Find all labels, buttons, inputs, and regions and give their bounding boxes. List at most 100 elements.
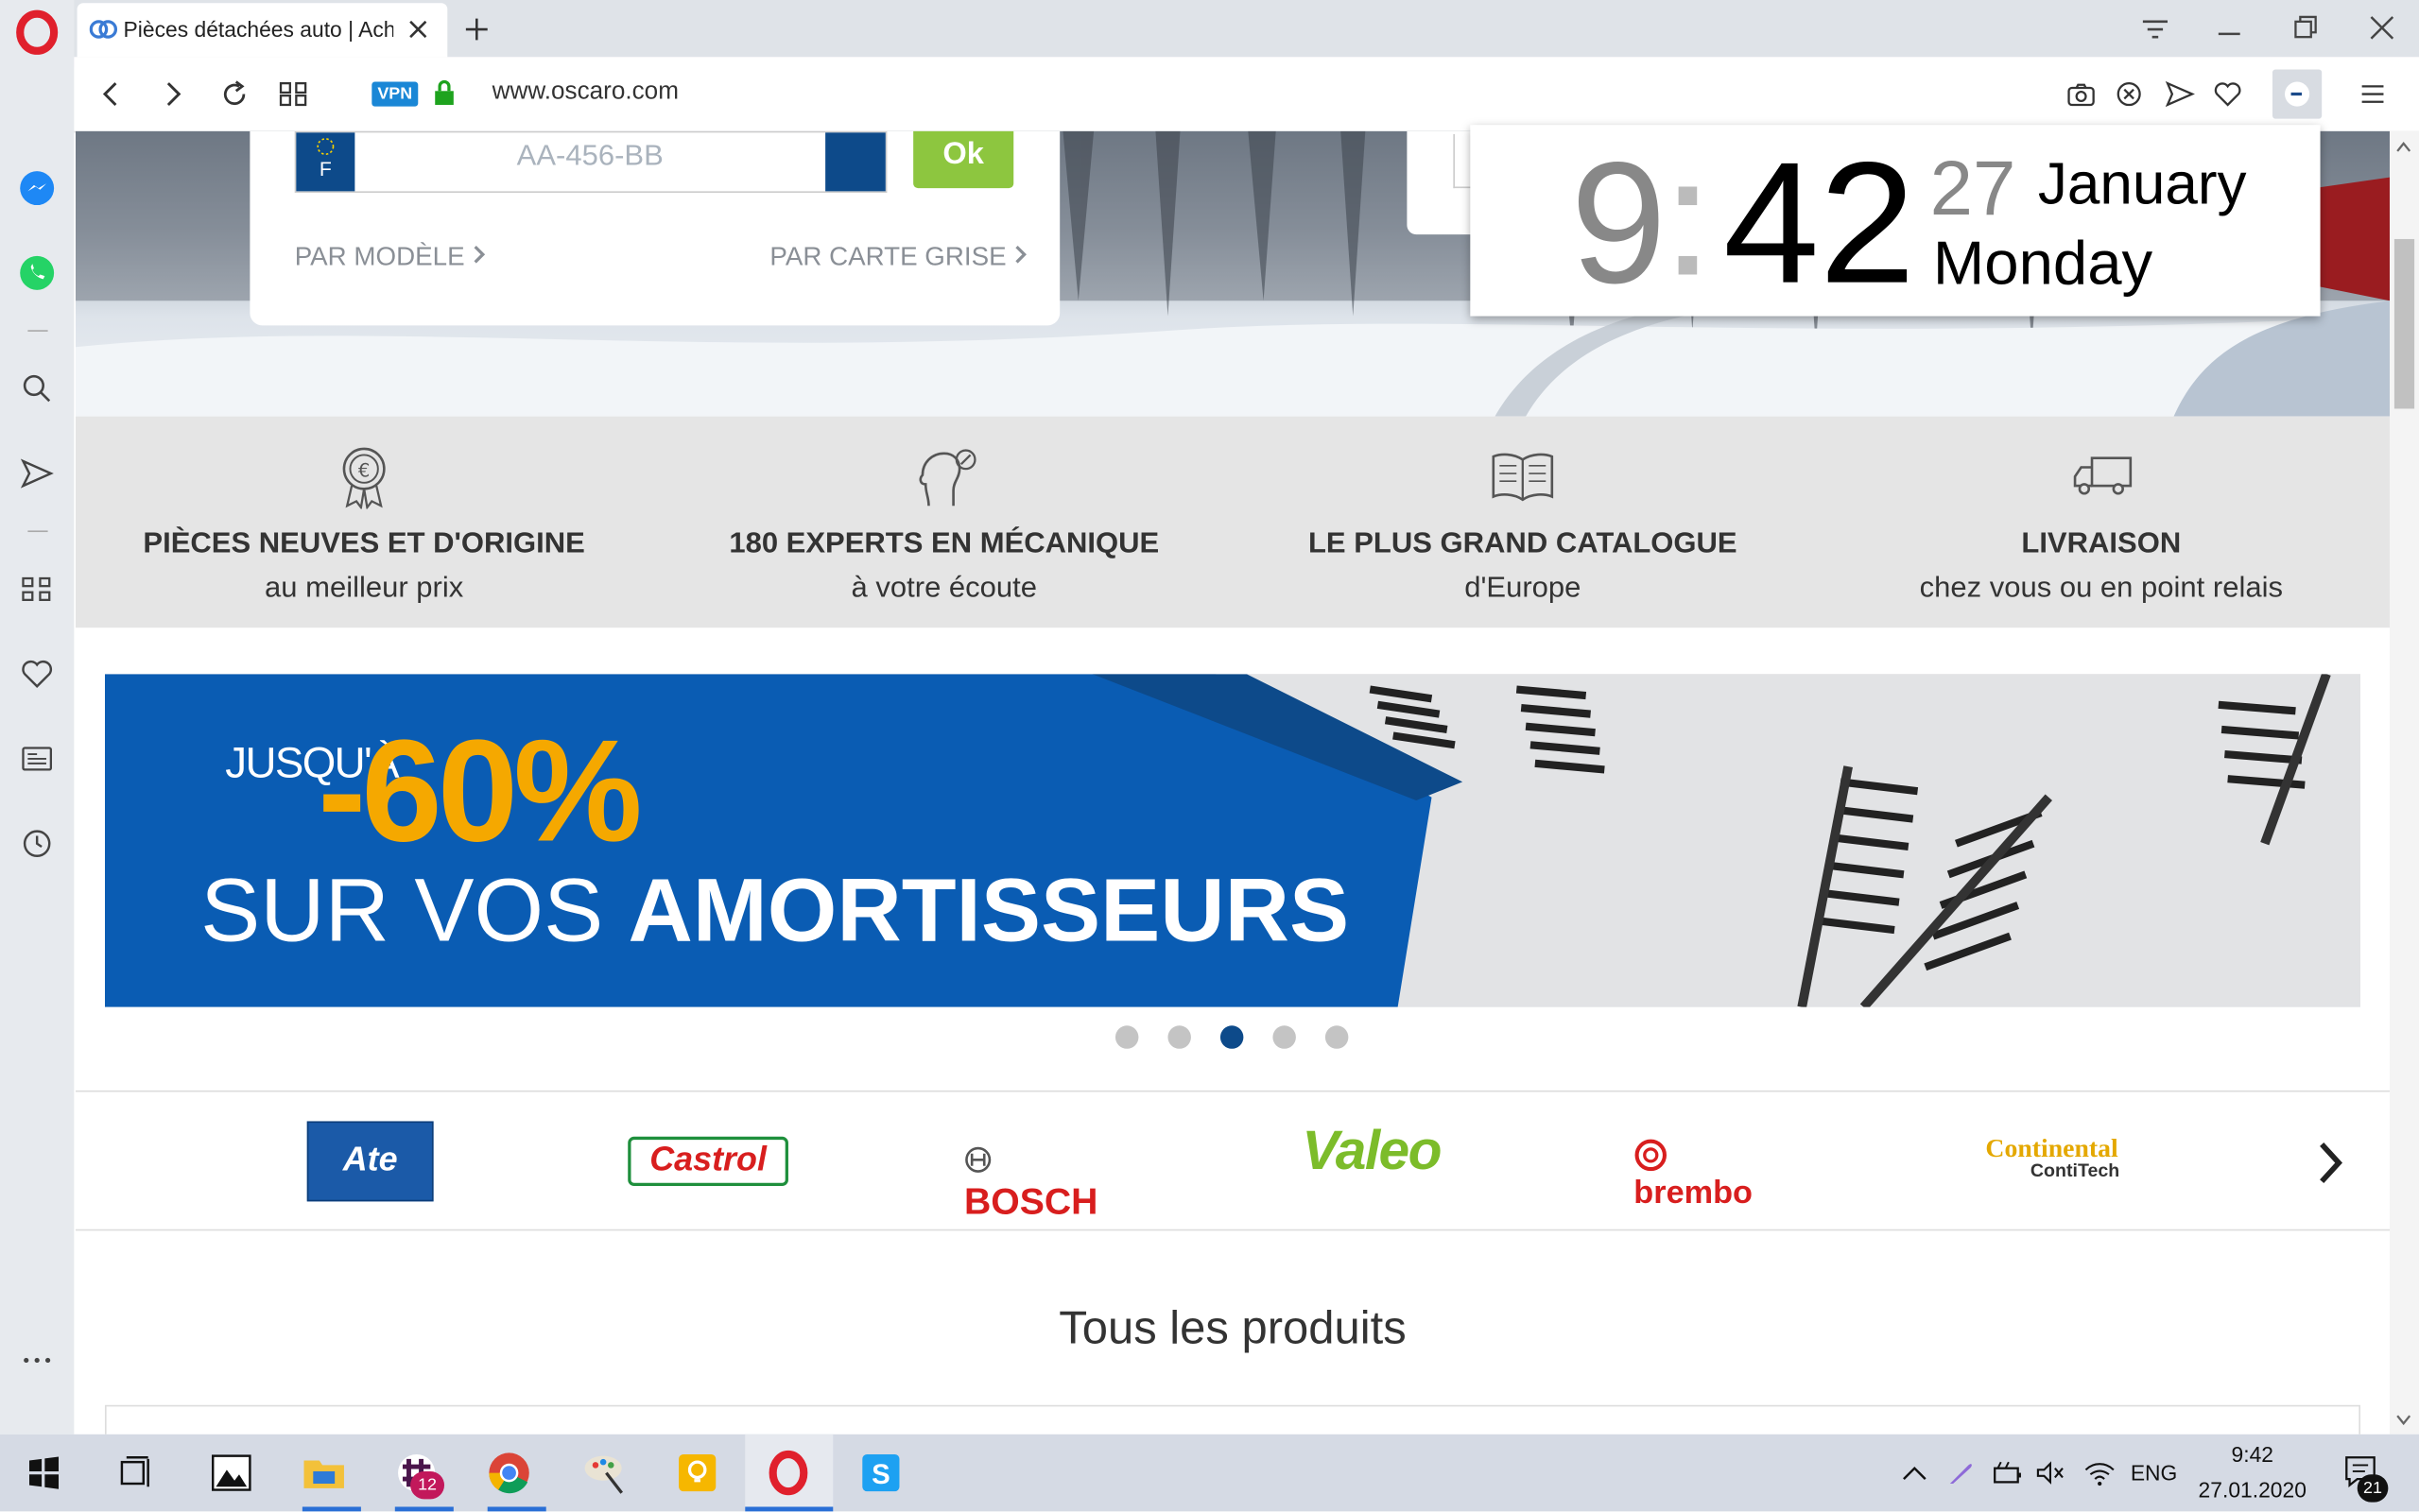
running-indicator	[487, 1506, 546, 1512]
flow-send-icon[interactable]	[19, 455, 56, 491]
carousel-dot[interactable]	[1272, 1025, 1296, 1049]
task-view-icon[interactable]	[110, 1447, 162, 1499]
opera-logo-icon	[16, 9, 59, 55]
carousel-dot[interactable]	[1114, 1025, 1139, 1049]
sidebar-divider	[27, 330, 48, 332]
reload-icon[interactable]	[219, 78, 251, 110]
snapshot-icon[interactable]	[2065, 80, 2097, 108]
windows-start-icon[interactable]	[17, 1447, 69, 1499]
search-icon[interactable]	[19, 370, 56, 407]
vpn-badge[interactable]: VPN	[371, 81, 419, 107]
sidebar-divider	[27, 530, 48, 533]
svg-text:€: €	[358, 459, 370, 481]
forward-icon[interactable]	[161, 80, 185, 108]
scroll-up-icon[interactable]	[2396, 141, 2411, 153]
speed-dial-icon[interactable]	[19, 571, 56, 608]
brand-logo-castrol[interactable]: Castrol	[628, 1136, 788, 1187]
news-icon[interactable]	[19, 740, 56, 777]
vertical-scrollbar[interactable]	[2389, 130, 2419, 1435]
chrome-icon[interactable]	[483, 1447, 535, 1499]
bookmarks-heart-icon[interactable]	[19, 656, 56, 693]
feature-title: 180 EXPERTS EN MÉCANIQUE	[729, 527, 1160, 560]
feature-title: LIVRAISON	[2021, 527, 2182, 560]
brand-logo-continental[interactable]: Continental ContiTech	[1967, 1134, 2137, 1182]
active-tab[interactable]: Pièces détachées auto | Ach	[77, 3, 448, 58]
scroll-down-icon[interactable]	[2396, 1415, 2411, 1427]
web-page: F AA-456-BB Ok PAR MODÈLE PAR CARTE GRIS…	[75, 130, 2390, 1435]
brand-bosch-label: BOSCH	[964, 1181, 1098, 1224]
close-tab-icon[interactable]	[407, 19, 429, 41]
products-panel	[104, 1404, 2360, 1435]
show-hidden-icons-icon[interactable]	[1901, 1461, 1928, 1486]
chevron-right-icon	[1015, 245, 1028, 264]
opera-taskbar-icon	[769, 1450, 808, 1496]
minimize-icon[interactable]	[2216, 15, 2243, 43]
brand-logo-valeo[interactable]: Valeo	[1302, 1118, 1456, 1183]
volume-muted-icon[interactable]	[2033, 1459, 2067, 1486]
file-explorer-icon[interactable]	[298, 1447, 350, 1499]
history-clock-icon[interactable]	[19, 825, 56, 862]
skype-icon[interactable]: S	[855, 1447, 907, 1499]
battery-icon[interactable]	[1990, 1459, 2024, 1486]
brand-contitech-label: ContiTech	[2030, 1160, 2120, 1182]
new-tab-icon[interactable]	[463, 15, 491, 43]
feature-item: 180 EXPERTS EN MÉCANIQUE à votre écoute	[666, 417, 1222, 628]
pen-feather-icon[interactable]	[1947, 1459, 1975, 1486]
sidebar	[0, 57, 75, 1435]
language-indicator[interactable]: ENG	[2131, 1461, 2178, 1486]
adblock-icon[interactable]	[2115, 80, 2142, 108]
whatsapp-icon[interactable]	[19, 254, 56, 291]
taskbar-time[interactable]: 9:42	[2190, 1442, 2314, 1467]
clock-widget: 9 42 27 January Monday	[1470, 125, 2321, 319]
running-indicator	[745, 1506, 834, 1512]
clock-colon-top	[1678, 186, 1698, 206]
feature-subtitle: chez vous ou en point relais	[1919, 572, 2284, 605]
send-icon[interactable]	[2165, 80, 2196, 108]
close-window-icon[interactable]	[2368, 14, 2395, 42]
tab-bar: Pièces détachées auto | Ach	[0, 0, 2419, 68]
truck-icon	[2073, 456, 2133, 495]
eu-plate-flag: F	[296, 132, 355, 192]
chevron-right-icon[interactable]	[2316, 1140, 2347, 1186]
photos-app-icon[interactable]	[205, 1447, 257, 1499]
chevron-right-icon	[474, 245, 486, 264]
by-model-link[interactable]: PAR MODÈLE	[295, 242, 488, 273]
more-icon[interactable]	[19, 1342, 56, 1379]
carousel-dot[interactable]	[1167, 1025, 1191, 1049]
url-field[interactable]: www.oscaro.com	[492, 78, 679, 106]
brand-logo-brembo[interactable]: brembo	[1633, 1138, 1788, 1211]
back-icon[interactable]	[98, 80, 123, 108]
brand-logo-ate[interactable]: Ate	[306, 1121, 434, 1202]
promo-banner[interactable]: JUSQU'À -60% SUR VOS AMORTISSEURS	[104, 674, 2360, 1007]
feature-title: LE PLUS GRAND CATALOGUE	[1307, 527, 1737, 560]
clock-weekday: Monday	[1932, 230, 2153, 298]
taskbar-active-app[interactable]	[745, 1434, 834, 1512]
products-heading: Tous les produits	[1059, 1303, 1407, 1354]
carousel-dot-active[interactable]	[1219, 1025, 1244, 1049]
tab-title: Pièces détachées auto | Ach	[123, 16, 394, 43]
by-card-link[interactable]: PAR CARTE GRISE	[769, 242, 1028, 273]
wifi-icon[interactable]	[2082, 1459, 2117, 1486]
brand-logo-bosch[interactable]: BOSCH	[964, 1138, 1126, 1224]
easy-setup-icon[interactable]	[2358, 80, 2389, 108]
plate-input[interactable]: F AA-456-BB	[294, 130, 888, 194]
lock-icon[interactable]	[434, 78, 456, 106]
divider	[75, 1228, 2390, 1231]
carousel-dot[interactable]	[1324, 1025, 1349, 1049]
windows-taskbar: 12 S ENG 9:42 27.01.2020 21	[0, 1434, 2419, 1512]
ok-button[interactable]: Ok	[913, 130, 1014, 189]
speed-dial-icon[interactable]	[279, 80, 307, 108]
feature-subtitle: d'Europe	[1464, 572, 1581, 605]
clock-month: January	[2037, 152, 2247, 218]
lightbulb-app-icon[interactable]	[671, 1447, 723, 1499]
restore-icon[interactable]	[2292, 14, 2320, 42]
scrollbar-thumb[interactable]	[2393, 238, 2415, 409]
feature-subtitle: à votre écoute	[851, 572, 1038, 605]
taskbar-date[interactable]: 27.01.2020	[2190, 1477, 2314, 1502]
extension-button[interactable]	[2272, 69, 2323, 119]
tab-menu-icon[interactable]	[2138, 15, 2172, 43]
messenger-icon[interactable]	[19, 170, 56, 207]
clock-hour: 9	[1570, 126, 1667, 319]
bookmark-heart-icon[interactable]	[2212, 80, 2243, 108]
paint-icon[interactable]	[579, 1447, 631, 1499]
